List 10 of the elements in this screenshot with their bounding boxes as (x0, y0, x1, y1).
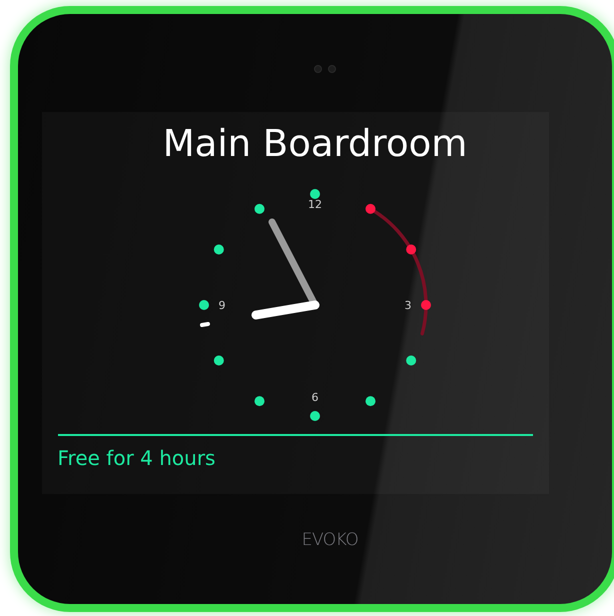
clock-numeral: 6 (312, 391, 318, 404)
camera-icon (313, 64, 337, 74)
clock-numeral: 3 (404, 299, 412, 312)
hour-hand (252, 300, 320, 320)
room-name: Main Boardroom (162, 122, 468, 166)
availability-status: Free for 4 hours (58, 446, 216, 470)
tick-mark (200, 322, 210, 327)
clock-numeral: 12 (308, 198, 322, 211)
clock-numeral: 9 (218, 299, 226, 312)
brand-logo: EVOKO (302, 530, 358, 550)
